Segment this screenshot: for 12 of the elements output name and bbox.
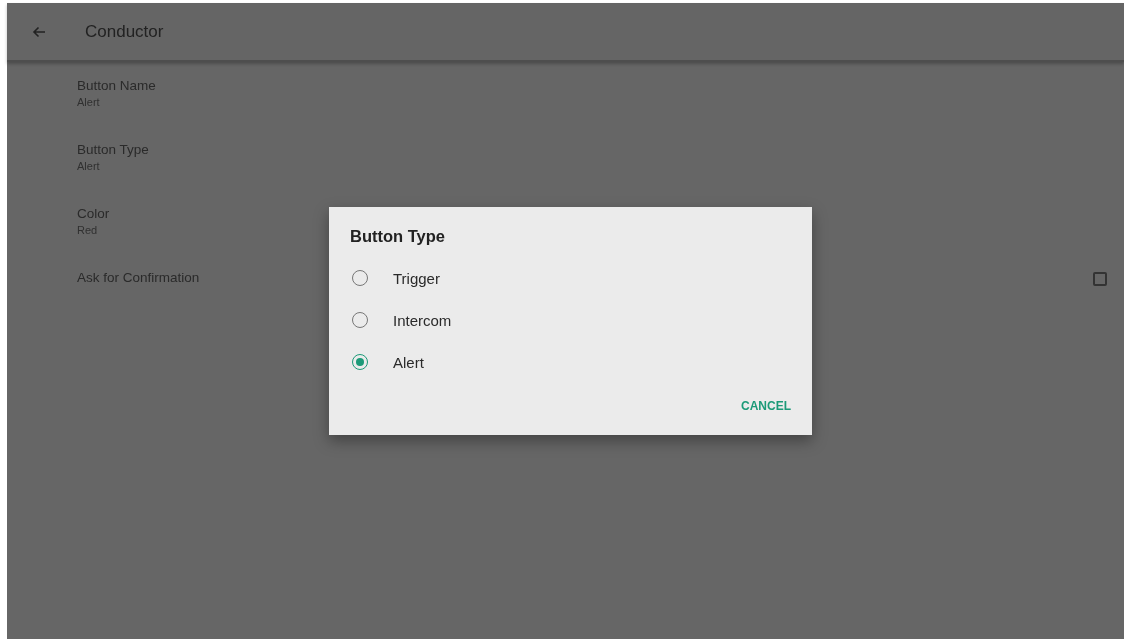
setting-title[interactable]: Button Type — [77, 142, 149, 157]
checkbox[interactable] — [1093, 272, 1107, 286]
screen-title: Conductor — [85, 21, 164, 42]
cancel-button[interactable]: CANCEL — [741, 393, 791, 419]
dialog-title: Button Type — [350, 227, 446, 247]
setting-title[interactable]: Color — [77, 206, 110, 221]
option-label[interactable]: Intercom — [393, 311, 452, 329]
option-label[interactable]: Trigger — [393, 269, 440, 287]
setting-title[interactable]: Ask for Confirmation — [77, 270, 200, 285]
back-arrow-icon[interactable] — [32, 25, 46, 38]
setting-title[interactable]: Button Name — [77, 78, 156, 93]
option-label[interactable]: Alert — [393, 353, 424, 371]
